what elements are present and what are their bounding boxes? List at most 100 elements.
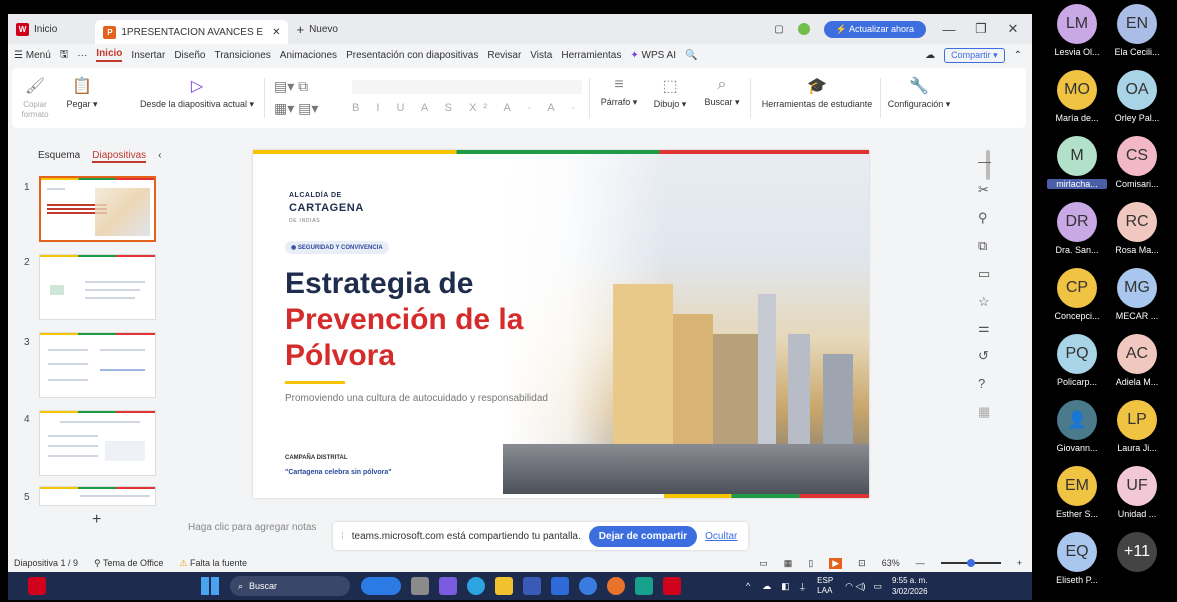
collapse-icon[interactable]: — xyxy=(978,154,991,169)
app-icon[interactable] xyxy=(635,577,653,595)
stop-sharing-button[interactable]: Dejar de compartir xyxy=(588,525,698,547)
widget-icon[interactable] xyxy=(361,577,401,595)
language-indicator[interactable]: ESP LAA xyxy=(817,576,833,596)
participant-tile[interactable]: DR Dra. San... xyxy=(1047,202,1107,255)
participant-tile[interactable]: CS Comisari... xyxy=(1107,136,1167,189)
slide-canvas[interactable]: ALCALDÍA DE CARTAGENA DE INDIAS ◉ SEGURI… xyxy=(253,150,869,498)
notification-icon[interactable] xyxy=(28,577,46,595)
wifi-icon[interactable]: ◠ ◁) xyxy=(845,581,865,592)
cloud-icon[interactable]: ☁ xyxy=(925,50,935,61)
menu-item-animaciones[interactable]: Animaciones xyxy=(280,50,337,61)
notes-placeholder[interactable]: Haga clic para agregar notas xyxy=(188,522,316,533)
menu-item-presentacion[interactable]: Presentación con diapositivas xyxy=(346,50,478,61)
menu-item-insertar[interactable]: Insertar xyxy=(131,50,165,61)
app-tray-icon[interactable]: ◧ xyxy=(781,581,790,592)
grid-icon[interactable]: ▦ xyxy=(978,404,990,420)
drag-handle-icon[interactable]: ⁞ xyxy=(341,531,344,542)
zoom-level[interactable]: 63% xyxy=(882,558,900,568)
paragraph-button[interactable]: ≡ Párrafo ▾ xyxy=(597,76,641,108)
copy-format-button[interactable]: 🖌 Copiar formato xyxy=(20,76,50,119)
slide-thumbnail-4[interactable] xyxy=(39,410,156,476)
slide-thumbnail-3[interactable] xyxy=(39,332,156,398)
participant-tile[interactable]: MG MECAR ... xyxy=(1107,268,1167,321)
settings-button[interactable]: 🔧 Configuración ▾ xyxy=(884,76,954,110)
hide-link[interactable]: Ocultar xyxy=(705,531,737,542)
participant-tile[interactable]: PQ Policarp... xyxy=(1047,334,1107,387)
minimize-icon[interactable]: — xyxy=(940,22,958,37)
store-icon[interactable] xyxy=(523,577,541,595)
copy-icon[interactable]: ⧉ xyxy=(978,238,987,254)
slide-thumbnail-2[interactable] xyxy=(39,254,156,320)
participant-tile[interactable]: EM Esther S... xyxy=(1047,466,1107,519)
zoom-slider[interactable] xyxy=(940,559,1001,567)
tab-document[interactable]: P 1PRESENTACION AVANCES E ✕ xyxy=(95,20,289,44)
more-icon[interactable]: ··· xyxy=(77,50,87,61)
participant-tile[interactable]: CP Concepci... xyxy=(1047,268,1107,321)
participant-tile[interactable]: EN Ela Cecili... xyxy=(1107,4,1167,57)
window-icon[interactable]: ▢ xyxy=(774,24,783,35)
scissors-icon[interactable]: ✂ xyxy=(978,182,989,198)
menu-item-revisar[interactable]: Revisar xyxy=(487,50,521,61)
clock[interactable]: 9:55 a. m. 3/02/2026 xyxy=(892,575,928,597)
help-icon[interactable] xyxy=(579,577,597,595)
history-icon[interactable]: ↺ xyxy=(978,348,989,364)
missing-font-button[interactable]: ⚠ Falta la fuente xyxy=(179,558,247,569)
comment-icon[interactable]: ▭ xyxy=(978,266,990,282)
edge-icon[interactable] xyxy=(467,577,485,595)
avatar[interactable] xyxy=(797,23,810,35)
menu-item-diseno[interactable]: Diseño xyxy=(174,50,205,61)
student-tools-button[interactable]: 🎓 Herramientas de estudiante xyxy=(757,76,877,109)
help-icon[interactable]: ? xyxy=(978,376,985,391)
format-toolbar[interactable]: B I U A S X² A · A · xyxy=(352,102,582,114)
windows-start-icon[interactable] xyxy=(201,577,219,595)
participant-tile[interactable]: LP Laura Ji... xyxy=(1107,400,1167,453)
slideshow-icon[interactable]: ▶ xyxy=(829,557,843,569)
explorer-icon[interactable] xyxy=(495,577,513,595)
participant-tile[interactable]: EQ Eliseth P... xyxy=(1047,532,1107,585)
app-icon[interactable] xyxy=(439,577,457,595)
participant-tile[interactable]: RC Rosa Ma... xyxy=(1107,202,1167,255)
menu-item-inicio[interactable]: Inicio xyxy=(96,48,123,62)
zoom-thumb[interactable] xyxy=(966,559,975,567)
theme-button[interactable]: ⚲ Tema de Office xyxy=(94,558,163,569)
star-icon[interactable]: ☆ xyxy=(978,294,990,310)
chrome-icon[interactable] xyxy=(607,577,625,595)
cloud-icon[interactable]: ☁ xyxy=(762,581,771,592)
collapse-panel-icon[interactable]: ‹ xyxy=(158,150,161,163)
tab-home[interactable]: W Inicio xyxy=(8,17,65,41)
restore-icon[interactable]: ❐ xyxy=(972,21,990,37)
save-icon[interactable]: 🖫 xyxy=(60,47,69,64)
menu-item-vista[interactable]: Vista xyxy=(530,50,552,61)
zoom-in-icon[interactable]: + xyxy=(1017,558,1022,568)
layout-icon[interactable]: ▤▾ ⧉ xyxy=(274,78,308,95)
tab-slides[interactable]: Diapositivas xyxy=(92,150,147,163)
participant-tile[interactable]: UF Unidad ... xyxy=(1107,466,1167,519)
participant-tile[interactable]: AC Adiela M... xyxy=(1107,334,1167,387)
participant-tile[interactable]: Mmirlacha... xyxy=(1047,136,1107,189)
reading-view-icon[interactable]: ▯ xyxy=(808,558,813,569)
share-button[interactable]: Compartir ▾ xyxy=(944,47,1005,63)
paste-button[interactable]: 📋 Pegar ▾ xyxy=(62,76,102,110)
taskbar-search[interactable]: ⌕ Buscar xyxy=(230,576,350,596)
menu-item-transiciones[interactable]: Transiciones xyxy=(214,50,270,61)
participant-tile[interactable]: OA Orley Pal... xyxy=(1107,70,1167,123)
collapse-icon[interactable]: ⌃ xyxy=(1014,50,1022,61)
participant-tile[interactable]: 👤 Giovann... xyxy=(1047,400,1107,453)
search-icon[interactable]: 🔍 xyxy=(685,50,697,61)
normal-view-icon[interactable]: ▭ xyxy=(759,558,768,569)
sliders-icon[interactable]: ⚌ xyxy=(978,320,990,336)
search-button[interactable]: ⌕ Buscar ▾ xyxy=(700,76,744,108)
chevron-up-icon[interactable]: ^ xyxy=(746,581,750,591)
slide-thumbnail-5[interactable] xyxy=(39,486,156,506)
menu-button[interactable]: ☰ Menú xyxy=(14,50,51,61)
new-tab[interactable]: + Nuevo xyxy=(288,17,346,41)
taskview-icon[interactable] xyxy=(411,577,429,595)
menu-item-herramientas[interactable]: Herramientas xyxy=(561,50,621,61)
section-icon[interactable]: ▦▾ ▤▾ xyxy=(274,100,318,117)
participant-tile[interactable]: +11 xyxy=(1107,532,1167,572)
wps-icon[interactable] xyxy=(663,577,681,595)
menu-item-wps-ai[interactable]: ✦ WPS AI xyxy=(630,50,676,61)
close-window-icon[interactable]: ✕ xyxy=(1004,21,1022,37)
fit-icon[interactable]: ⊡ xyxy=(858,558,866,569)
battery-icon[interactable]: ▭ xyxy=(873,581,882,592)
